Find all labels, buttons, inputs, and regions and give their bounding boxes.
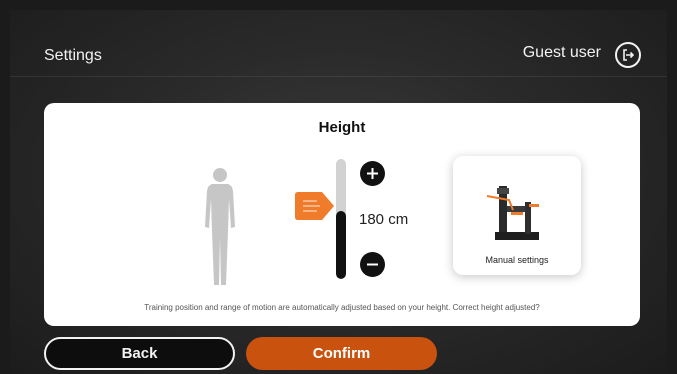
user-label: Guest user [522,44,601,61]
height-slider[interactable] [336,159,346,279]
machine-icon [486,186,539,240]
manual-settings-button[interactable]: Manual settings [453,156,581,275]
height-card: Height 180 cm Manual settings Training p… [44,103,640,326]
plus-icon [367,168,378,179]
height-value: 180 cm [359,211,409,228]
app-screen: Settings Guest user Height 180 cm Manual… [10,10,667,374]
hint-text: Training position and range of motion ar… [144,303,540,312]
body-silhouette-icon [205,168,235,285]
logout-icon [623,49,635,61]
increase-height-button[interactable] [360,161,385,186]
page-title: Settings [44,47,102,64]
back-button[interactable]: Back [44,337,235,370]
height-slider-fill [336,210,346,279]
card-title: Height [318,119,366,136]
logout-button[interactable] [615,42,641,68]
top-bar: Settings Guest user [10,10,667,77]
height-pointer-icon [295,192,334,220]
manual-settings-label: Manual settings [485,255,549,265]
confirm-button[interactable]: Confirm [246,337,437,370]
minus-icon [367,263,378,266]
decrease-height-button[interactable] [360,252,385,277]
